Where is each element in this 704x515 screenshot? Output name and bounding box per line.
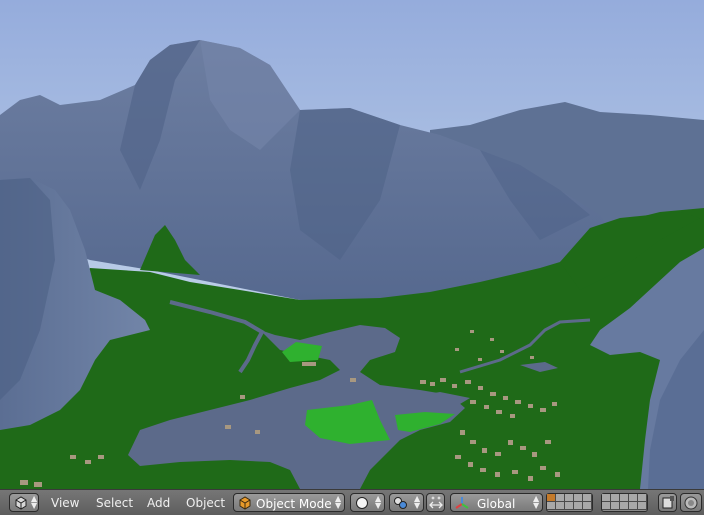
editor-type-button[interactable]: ▲ ▼ xyxy=(9,493,39,512)
menu-select[interactable]: Select xyxy=(96,496,133,510)
layer-cell[interactable] xyxy=(583,502,592,510)
manipulator-toggle[interactable] xyxy=(426,493,445,512)
lock-camera-icon xyxy=(662,496,674,509)
pivot-dropdown[interactable]: ▲ ▼ xyxy=(389,493,424,512)
shading-dropdown[interactable]: ▲ ▼ xyxy=(350,493,385,512)
layer-cell[interactable] xyxy=(602,502,611,510)
render-preview-icon xyxy=(684,496,698,510)
viewport-header: ▲ ▼ View Select Add Object Object Mode ▲ ▼… xyxy=(0,489,704,515)
3d-viewport[interactable] xyxy=(0,0,704,489)
cube-view-icon xyxy=(15,496,27,510)
layer-cell[interactable] xyxy=(556,494,565,502)
orientation-dropdown[interactable]: Global ▲ ▼ xyxy=(450,493,543,512)
manipulator-icon xyxy=(429,496,443,509)
layer-cell[interactable] xyxy=(574,494,583,502)
menu-add[interactable]: Add xyxy=(147,496,170,510)
terrain-scene xyxy=(0,0,704,489)
pivot-point-icon xyxy=(394,497,407,509)
layer-cell[interactable] xyxy=(583,494,592,502)
lock-camera-button[interactable] xyxy=(658,493,677,512)
layer-cell[interactable] xyxy=(565,494,574,502)
layer-cell[interactable] xyxy=(629,502,638,510)
layer-cell[interactable] xyxy=(611,494,620,502)
chevron-updown-icon: ▲ ▼ xyxy=(414,494,421,510)
menu-object[interactable]: Object xyxy=(186,496,225,510)
layer-cell[interactable] xyxy=(565,502,574,510)
chevron-updown-icon: ▲ ▼ xyxy=(375,494,382,510)
chevron-updown-icon: ▲ ▼ xyxy=(335,494,342,510)
mode-label: Object Mode xyxy=(256,497,332,511)
mode-dropdown[interactable]: Object Mode ▲ ▼ xyxy=(233,493,345,512)
layer-cell[interactable] xyxy=(574,502,583,510)
layers-grid-right[interactable] xyxy=(601,493,648,512)
orientation-label: Global xyxy=(477,497,516,511)
menu-view[interactable]: View xyxy=(51,496,79,510)
layer-cell[interactable] xyxy=(620,494,629,502)
layer-cell[interactable] xyxy=(638,502,647,510)
transform-axes-icon xyxy=(455,497,469,509)
layers-grid-left[interactable] xyxy=(546,493,593,512)
layer-cell[interactable] xyxy=(638,494,647,502)
layer-cell[interactable] xyxy=(547,502,556,510)
layer-cell[interactable] xyxy=(556,502,565,510)
orange-cube-icon xyxy=(239,496,251,510)
layer-cell[interactable] xyxy=(547,494,556,502)
layer-cell[interactable] xyxy=(602,494,611,502)
chevron-updown-icon: ▲ ▼ xyxy=(533,494,540,510)
sphere-shading-icon xyxy=(356,497,368,509)
layer-cell[interactable] xyxy=(629,494,638,502)
layer-cell[interactable] xyxy=(620,502,629,510)
layer-cell[interactable] xyxy=(611,502,620,510)
render-preview-button[interactable] xyxy=(680,493,702,512)
chevron-updown-icon: ▲ ▼ xyxy=(31,494,38,510)
